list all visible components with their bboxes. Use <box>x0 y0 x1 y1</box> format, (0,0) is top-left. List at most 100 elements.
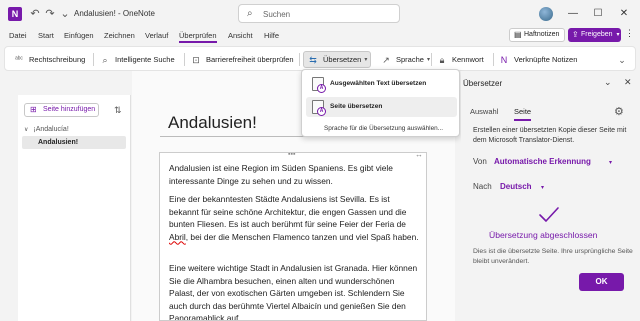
avatar[interactable] <box>539 7 553 21</box>
chevron-down-icon[interactable]: ▾ <box>541 184 544 191</box>
ribbon-divider <box>93 53 94 66</box>
from-language-select[interactable]: Automatische Erkennung <box>494 157 591 166</box>
page-item-andalusien[interactable]: Andalusien! <box>22 136 126 149</box>
done-description: Dies ist die übersetzte Seite. Ihre ursp… <box>473 248 633 265</box>
add-page-label: Seite hinzufügen <box>43 106 96 113</box>
chevron-down-icon: ▾ <box>426 57 430 63</box>
share-label: Freigeben <box>581 31 613 38</box>
add-page-button[interactable]: ⊞ Seite hinzufügen <box>24 103 99 117</box>
from-label: Von <box>473 157 487 166</box>
spelling-icon: ᵃᵇᶜ <box>15 55 23 63</box>
tab-seite[interactable]: Seite <box>514 107 532 121</box>
tab-auswahl[interactable]: Auswahl <box>470 107 498 116</box>
ribbon-divider <box>184 53 185 66</box>
tab-ansicht[interactable]: Ansicht <box>228 31 253 40</box>
page-title[interactable]: Andalusien! <box>168 113 257 133</box>
spelling-button[interactable]: ᵃᵇᶜ Rechtschreibung <box>13 51 85 68</box>
spelling-label: Rechtschreibung <box>29 55 86 64</box>
checkmark-icon <box>539 207 559 222</box>
language-label: Sprache <box>396 55 424 64</box>
sort-icon[interactable]: ⇅ <box>114 105 122 116</box>
close-icon[interactable]: ✕ <box>624 77 632 88</box>
password-button[interactable]: 🔒︎ Kennwort <box>436 51 484 68</box>
ok-button[interactable]: OK <box>579 273 624 291</box>
translator-pane: Übersetzer ⌄ ✕ Auswahl Seite ⚙ Erstellen… <box>461 71 640 321</box>
to-language-select[interactable]: Deutsch <box>500 182 532 191</box>
tab-datei[interactable]: Datei <box>9 31 27 40</box>
minimize-icon[interactable]: — <box>565 6 581 22</box>
ribbon-divider <box>493 53 494 66</box>
ribbon-divider <box>299 53 300 66</box>
resize-handle-icon[interactable]: ↔ <box>415 153 423 159</box>
share-icon: ⇪ <box>572 30 579 39</box>
translate-dropdown: Ausgewählten Text übersetzen Seite übers… <box>301 69 460 137</box>
search-input[interactable]: ⌕ Suchen <box>238 4 400 23</box>
redo-icon[interactable]: ↷ <box>43 7 57 21</box>
tab-zeichnen[interactable]: Zeichnen <box>104 31 135 40</box>
choose-language-item[interactable]: Sprache für die Übersetzung auswählen... <box>324 125 443 132</box>
tab-verlauf[interactable]: Verlauf <box>145 31 168 40</box>
pane-title: Übersetzer <box>463 79 503 88</box>
paragraph[interactable]: Andalusien ist eine Region im Süden Span… <box>169 162 421 187</box>
done-title: Übersetzung abgeschlossen <box>489 230 598 240</box>
paragraph[interactable]: Eine weitere wichtige Stadt in Andalusie… <box>169 262 421 320</box>
linked-notes-button[interactable]: N Verknüpfte Notizen <box>498 51 578 68</box>
close-icon[interactable]: ✕ <box>616 6 632 22</box>
chevron-down-icon: ⌄ <box>618 54 626 65</box>
linked-notes-icon: N <box>500 54 508 65</box>
title-bar: N ↶ ↷ ⌄ Andalusien! - OneNote ⌕ Suchen —… <box>0 0 640 28</box>
translate-selection-label: Ausgewählten Text übersetzen <box>330 80 427 87</box>
tab-start[interactable]: Start <box>38 31 54 40</box>
language-button[interactable]: ↗ Sprache ▾ <box>380 51 430 68</box>
more-options-icon[interactable]: ⋮ <box>625 28 634 39</box>
chevron-down-icon: ∨ <box>24 127 29 133</box>
translate-selection-item[interactable]: Ausgewählten Text übersetzen <box>306 74 457 94</box>
linked-notes-label: Verknüpfte Notizen <box>514 55 578 64</box>
accessibility-check-button[interactable]: ⊡ Barrierefreiheit überprüfen <box>190 51 294 68</box>
smart-lookup-button[interactable]: ⌕ Intelligente Suche <box>99 51 175 68</box>
navigation-pane: ⊞ Seite hinzufügen ⇅ ∨ ¡Andalucía! Andal… <box>18 95 131 321</box>
sticky-notes-label: Haftnotizen <box>524 31 560 38</box>
tab-ueberpruefen[interactable]: Überprüfen <box>179 31 217 43</box>
sticky-notes-icon: ▤ <box>514 30 522 39</box>
note-container[interactable]: ▪▪▪ ↔ Andalusien ist eine Region im Süde… <box>159 152 427 321</box>
lock-icon: 🔒︎ <box>439 54 445 65</box>
section-label: ¡Andalucía! <box>33 126 69 133</box>
smart-lookup-label: Intelligente Suche <box>115 55 175 64</box>
customize-toolbar-icon[interactable]: ⌄ <box>58 7 72 21</box>
accessibility-check-label: Barrierefreiheit überprüfen <box>206 55 294 64</box>
misspelled-word[interactable]: Abril <box>169 232 186 242</box>
window-title: Andalusien! - OneNote <box>74 9 155 18</box>
accessibility-icon: ⊡ <box>192 54 200 65</box>
section-item[interactable]: ∨ ¡Andalucía! <box>24 126 69 133</box>
to-label: Nach <box>473 182 492 191</box>
onenote-icon: N <box>8 7 22 21</box>
ribbon: ᵃᵇᶜ Rechtschreibung ⌕ Intelligente Suche… <box>4 46 636 71</box>
translate-page-label: Seite übersetzen <box>330 103 383 110</box>
maximize-icon[interactable]: ☐ <box>590 6 606 22</box>
chevron-down-icon[interactable]: ⌄ <box>604 77 612 88</box>
sticky-notes-button[interactable]: ▤ Haftnotizen <box>509 28 565 42</box>
tab-einfuegen[interactable]: Einfügen <box>64 31 94 40</box>
drag-handle-icon[interactable]: ▪▪▪ <box>288 153 295 158</box>
chevron-down-icon[interactable]: ▾ <box>609 159 612 166</box>
translate-icon: ⇆ <box>309 54 317 65</box>
search-icon: ⌕ <box>102 54 108 65</box>
translate-button[interactable]: ⇆ Übersetzen ▾ <box>303 51 372 68</box>
ribbon-collapse-button[interactable]: ⌄ <box>616 51 632 68</box>
translate-page-icon <box>312 100 326 116</box>
back-icon[interactable]: ↶ <box>28 7 42 21</box>
translate-selection-icon <box>312 77 326 93</box>
share-button[interactable]: ⇪ Freigeben ▾ <box>568 28 621 42</box>
paragraph[interactable]: Eine der bekanntesten Städte Andalusiens… <box>169 193 421 243</box>
language-icon: ↗ <box>382 54 390 65</box>
search-placeholder: Suchen <box>263 10 291 19</box>
search-icon: ⌕ <box>247 8 253 19</box>
translate-page-item[interactable]: Seite übersetzen <box>306 97 457 117</box>
add-page-icon: ⊞ <box>30 105 37 114</box>
pane-description: Erstellen einer übersetzten Kopie dieser… <box>473 127 627 144</box>
chevron-down-icon: ▾ <box>364 57 368 63</box>
gear-icon[interactable]: ⚙ <box>614 105 624 118</box>
translate-label: Übersetzen <box>323 55 362 64</box>
tab-hilfe[interactable]: Hilfe <box>264 31 279 40</box>
